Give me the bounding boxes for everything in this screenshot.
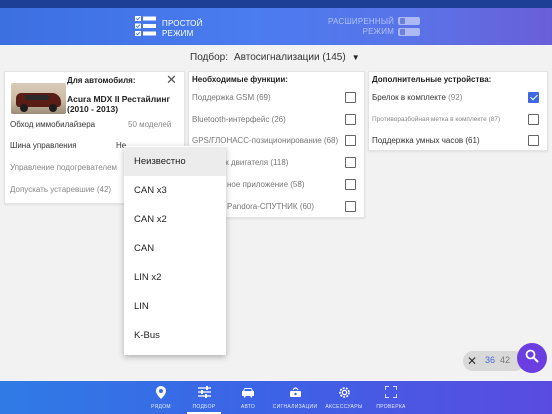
- device-label: Противоразбойная метка в комплекте (87): [372, 115, 501, 123]
- heater-control-label[interactable]: Управление подогревателем: [10, 163, 117, 172]
- scan-frame-icon: [385, 385, 397, 399]
- alarm-icon: [289, 385, 302, 399]
- checkbox[interactable]: [345, 156, 356, 168]
- location-pin-icon: [156, 385, 166, 399]
- picker-value: Автосигнализации (145): [234, 52, 346, 63]
- car-wheel-shape: [49, 104, 57, 112]
- devices-card: Дополнительные устройства: Брелок в комп…: [368, 71, 548, 151]
- checkbox-checked[interactable]: [528, 91, 539, 103]
- toggle-switch: [398, 28, 421, 36]
- function-option[interactable]: пуск двигателя (118): [213, 155, 356, 169]
- nav-item-selection[interactable]: ПОДБОР: [187, 381, 221, 414]
- function-label: GPS/ГЛОНАСС-позиционирование (68): [192, 135, 339, 145]
- simple-mode-label: ПРОСТОЙ РЕЖИМ: [162, 18, 203, 38]
- vehicle-card-title: Для автомобиля:: [67, 76, 136, 85]
- checkbox[interactable]: [345, 91, 356, 103]
- dropdown-option[interactable]: CAN: [124, 234, 226, 263]
- function-label: Bluetooth-интерфейс (26): [192, 114, 286, 124]
- device-option[interactable]: Поддержка умных часов (61): [372, 133, 539, 147]
- dropdown-option[interactable]: Неизвестно: [124, 147, 226, 176]
- nav-item-accessories[interactable]: АКСЕССУАРЫ: [320, 381, 368, 414]
- function-label: Поддержка GSM (69): [192, 92, 271, 102]
- caret-down-icon: ▼: [351, 53, 360, 62]
- device-option[interactable]: Противоразбойная метка в комплекте (87): [372, 112, 539, 126]
- result-count-secondary: 42: [500, 355, 511, 365]
- advanced-mode-label: РАСШИРЕННЫЙ РЕЖИМ: [328, 17, 395, 36]
- dropdown-option[interactable]: LIN: [124, 292, 226, 321]
- function-label: ное приложение (58): [227, 179, 305, 189]
- status-strip: [0, 0, 552, 8]
- devices-card-title: Дополнительные устройства:: [372, 75, 492, 84]
- checkbox[interactable]: [345, 178, 356, 190]
- checkbox[interactable]: [345, 200, 356, 212]
- dropdown-option[interactable]: CAN x2: [124, 205, 226, 234]
- function-option[interactable]: Поддержка GSM (69): [192, 90, 356, 104]
- nav-item-nearby[interactable]: РЯДОМ: [146, 381, 176, 414]
- device-label: Брелок в комплекте (92): [372, 92, 463, 102]
- function-option[interactable]: Bluetooth-интерфейс (26): [192, 112, 356, 126]
- bus-label: Шина управления: [10, 141, 77, 150]
- nav-label: РЯДОМ: [151, 404, 171, 410]
- result-count-pill: ✕ 36 42: [463, 351, 525, 371]
- list-mode-icon: [135, 16, 157, 41]
- simple-mode-toggle[interactable]: ПРОСТОЙ РЕЖИМ: [135, 16, 203, 41]
- nav-item-alarms[interactable]: СИГНАЛИЗАЦИИ: [270, 381, 320, 414]
- nav-label: СИГНАЛИЗАЦИИ: [272, 404, 318, 410]
- category-picker[interactable]: Подбор: Автосигнализации (145) ▼: [190, 52, 360, 63]
- nav-label: ПОДБОР: [192, 404, 216, 410]
- functions-card-title: Необходимые функции:: [192, 75, 288, 84]
- top-app-bar: ПРОСТОЙ РЕЖИМ РАСШИРЕННЫЙ РЕЖИМ: [0, 0, 552, 45]
- car-icon: [241, 385, 255, 399]
- nav-item-check[interactable]: ПРОВЕРКА: [372, 381, 410, 414]
- dropdown-option[interactable]: K-Bus: [124, 321, 226, 350]
- function-option[interactable]: Pandora-СПУТНИК (60): [227, 199, 356, 213]
- clear-icon[interactable]: ✕: [467, 353, 477, 369]
- gear-icon: [338, 385, 351, 399]
- bus-type-dropdown: Неизвестно CAN x3 CAN x2 CAN LIN x2 LIN …: [124, 146, 226, 355]
- nav-label: АВТО: [240, 404, 256, 410]
- close-icon[interactable]: ✕: [166, 73, 177, 87]
- vehicle-model: Acura MDX II Рестайлинг (2010 - 2013): [67, 94, 171, 114]
- function-option[interactable]: ное приложение (58): [227, 177, 356, 191]
- checkbox[interactable]: [528, 113, 539, 125]
- checkbox[interactable]: [345, 134, 356, 146]
- search-button[interactable]: [517, 343, 547, 373]
- dropdown-option[interactable]: LIN x2: [124, 263, 226, 292]
- immobilizer-value: 50 моделей: [128, 120, 172, 129]
- checkbox[interactable]: [345, 113, 356, 125]
- picker-label: Подбор:: [190, 52, 228, 63]
- bottom-navigation: РЯДОМ ПОДБОР АВТО СИГНАЛИЗАЦИИ АКСЕССУАР…: [0, 381, 552, 414]
- dropdown-option[interactable]: CAN x3: [124, 176, 226, 205]
- result-count-primary: 36: [485, 355, 496, 365]
- nav-label: ПРОВЕРКА: [376, 404, 406, 410]
- sliders-icon: [197, 385, 211, 399]
- checkbox[interactable]: [528, 134, 539, 146]
- device-option[interactable]: Брелок в комплекте (92): [372, 90, 539, 104]
- immobilizer-label: Обход иммобилайзера: [10, 120, 96, 129]
- car-window-shape: [25, 95, 49, 100]
- car-wheel-shape: [20, 104, 28, 112]
- nav-item-auto[interactable]: АВТО: [235, 381, 261, 414]
- search-icon: [525, 349, 539, 368]
- device-label: Поддержка умных часов (61): [372, 135, 480, 145]
- function-label: Pandora-СПУТНИК (60): [227, 201, 315, 211]
- advanced-mode-toggle[interactable]: РАСШИРЕННЫЙ РЕЖИМ: [328, 17, 421, 37]
- car-thumbnail: [11, 83, 66, 114]
- function-option[interactable]: GPS/ГЛОНАСС-позиционирование (68): [192, 133, 356, 147]
- legacy-toggle-label[interactable]: Допускать устаревшие (42): [10, 185, 111, 194]
- nav-label: АКСЕССУАРЫ: [325, 404, 363, 410]
- toggle-switch: [398, 17, 421, 25]
- toggle-icon: [398, 17, 421, 36]
